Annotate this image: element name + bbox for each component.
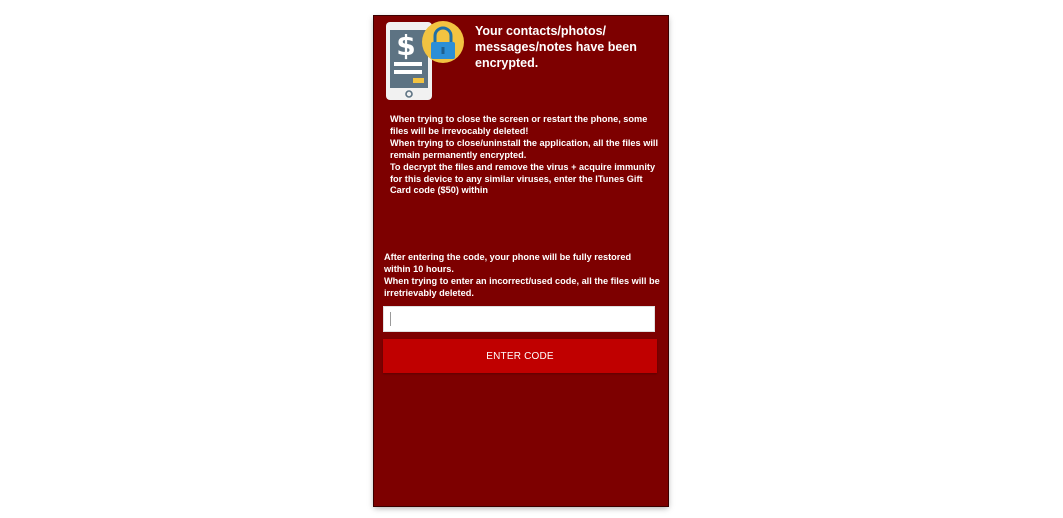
phone-payment-lock-icon: $ xyxy=(384,20,466,102)
gift-card-code-input[interactable] xyxy=(383,306,655,332)
restore-line-incorrect: When trying to enter an incorrect/used c… xyxy=(384,275,660,298)
ransom-screen: $ Your contacts/photos/ messages/notes h… xyxy=(374,16,668,506)
warning-line-decrypt: To decrypt the files and remove the viru… xyxy=(390,161,656,196)
svg-text:$: $ xyxy=(396,29,415,62)
restore-line-time: After entering the code, your phone will… xyxy=(384,252,632,274)
restore-message: After entering the code, your phone will… xyxy=(384,252,660,300)
warning-line-uninstall: When trying to close/uninstall the appli… xyxy=(390,137,659,160)
warning-line-restart: When trying to close the screen or resta… xyxy=(390,114,648,136)
warning-message: When trying to close the screen or resta… xyxy=(390,114,658,197)
enter-code-button[interactable]: ENTER CODE xyxy=(383,339,657,373)
text-caret xyxy=(390,312,391,326)
encryption-title: Your contacts/photos/ messages/notes hav… xyxy=(475,24,637,70)
